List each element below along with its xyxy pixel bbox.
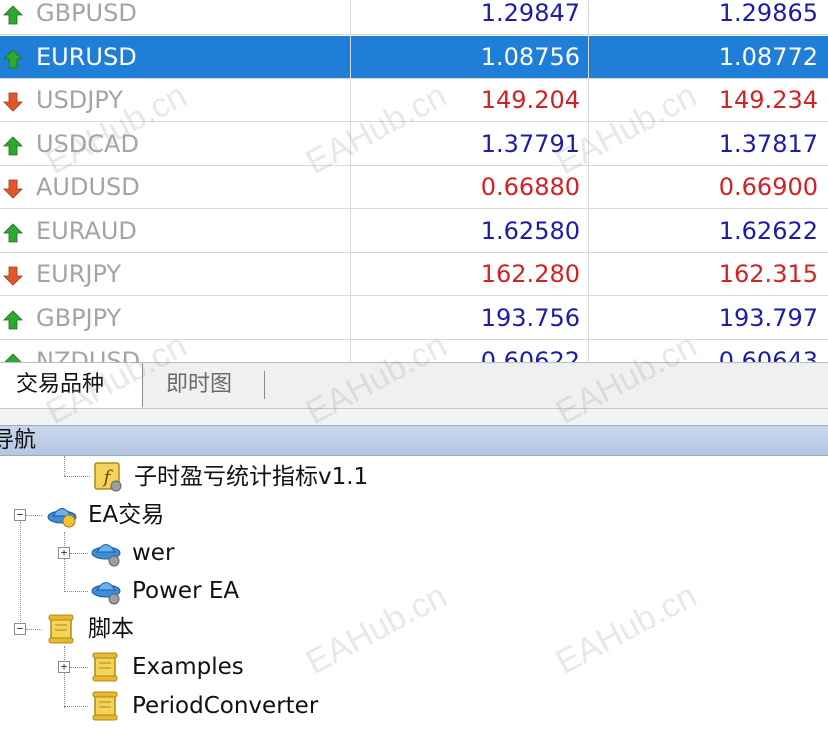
indicator-icon: f — [92, 461, 124, 493]
expand-toggle[interactable]: + — [58, 547, 70, 559]
tree-item-label: EA交易 — [88, 502, 165, 528]
bid-price: 193.756 — [480, 303, 580, 332]
tab-tick-chart[interactable]: 即时图 — [150, 363, 248, 408]
column-divider[interactable] — [588, 0, 589, 362]
tree-item-label: PeriodConverter — [132, 693, 319, 719]
script-icon — [90, 651, 122, 683]
arrow-up-icon — [3, 353, 23, 362]
tree-item-label: 脚本 — [88, 616, 134, 642]
symbol-name: EURUSD — [36, 42, 137, 71]
panel-divider — [0, 408, 828, 425]
symbol-name: AUDUSD — [36, 173, 140, 201]
tree-line — [70, 553, 88, 554]
collapse-toggle[interactable]: − — [14, 509, 26, 521]
bid-price: 0.66880 — [480, 173, 580, 201]
tree-line — [64, 476, 90, 477]
expand-toggle[interactable]: + — [58, 661, 70, 673]
tree-item-label: 子时盈亏统计指标v1.1 — [134, 464, 369, 490]
collapse-toggle[interactable]: − — [14, 623, 26, 635]
symbol-row-audusd[interactable]: AUDUSD 0.66880 0.66900 — [0, 166, 828, 209]
expert-advisor-icon — [90, 575, 122, 607]
expert-advisor-icon — [46, 499, 78, 531]
ask-price: 1.62622 — [718, 216, 818, 245]
symbol-row-euraud[interactable]: EURAUD 1.62580 1.62622 — [0, 210, 828, 253]
arrow-up-icon — [3, 5, 23, 25]
tree-line — [64, 591, 88, 592]
bid-price: 1.62580 — [480, 216, 580, 245]
market-watch-tabs: 交易品种 即时图 — [0, 362, 828, 408]
symbol-row-gbpjpy[interactable]: GBPJPY 193.756 193.797 — [0, 297, 828, 340]
arrow-down-icon — [3, 266, 23, 286]
tree-line — [64, 456, 65, 476]
symbol-name: USDJPY — [36, 86, 123, 114]
symbol-name: GBPUSD — [36, 0, 137, 27]
tree-line — [64, 532, 65, 592]
bid-price: 1.29847 — [480, 0, 580, 27]
script-icon — [90, 690, 122, 722]
navigator-title: 导航 — [0, 428, 37, 453]
script-icon — [46, 613, 78, 645]
arrow-up-icon — [3, 135, 23, 156]
ask-price: 0.66900 — [718, 173, 818, 201]
tree-line — [64, 646, 65, 708]
ask-price: 1.37817 — [718, 129, 818, 158]
bid-price: 1.08756 — [480, 42, 580, 71]
tree-item-label: Examples — [132, 654, 244, 680]
tree-line — [64, 706, 88, 707]
symbol-name: EURAUD — [36, 216, 137, 245]
navigator-header: 导航 — [0, 425, 828, 456]
arrow-down-icon — [3, 92, 23, 112]
arrow-up-icon — [3, 48, 23, 69]
navigator-tree: − + − + f 子时盈亏统计指标v1.1 EA交易 wer Power EA… — [0, 456, 828, 741]
symbol-name: GBPJPY — [36, 303, 122, 332]
symbol-name: USDCAD — [36, 129, 139, 158]
ask-price: 1.29865 — [718, 0, 818, 27]
bid-price: 1.37791 — [480, 129, 580, 158]
market-watch-table: GBPUSD 1.29847 1.29865 EURUSD 1.08756 1.08772… — [0, 0, 828, 362]
tree-item-label: Power EA — [132, 578, 240, 604]
ask-price: 193.797 — [718, 303, 818, 332]
symbol-row-nzdusd[interactable]: NZDUSD 0.60622 0.60643 — [0, 340, 828, 362]
tree-item-label: wer — [132, 540, 175, 566]
symbol-name: NZDUSD — [36, 347, 141, 362]
tree-line — [26, 629, 42, 630]
arrow-down-icon — [3, 179, 23, 199]
ask-price: 162.315 — [718, 260, 818, 288]
symbol-row-eurusd[interactable]: EURUSD 1.08756 1.08772 — [0, 35, 828, 79]
symbol-name: EURJPY — [36, 260, 122, 288]
column-divider[interactable] — [350, 0, 351, 362]
symbol-row-gbpusd[interactable]: GBPUSD 1.29847 1.29865 — [0, 0, 828, 35]
tree-line — [20, 522, 21, 630]
bid-price: 162.280 — [480, 260, 580, 288]
ask-price: 0.60643 — [718, 347, 818, 362]
expert-advisor-icon — [90, 537, 122, 569]
arrow-up-icon — [3, 222, 23, 243]
bid-price: 149.204 — [480, 86, 580, 114]
symbol-row-usdcad[interactable]: USDCAD 1.37791 1.37817 — [0, 123, 828, 166]
ask-price: 1.08772 — [718, 42, 818, 71]
tab-symbols[interactable]: 交易品种 — [0, 363, 143, 408]
tree-line — [70, 667, 88, 668]
symbol-row-usdjpy[interactable]: USDJPY 149.204 149.234 — [0, 79, 828, 122]
tree-line — [26, 515, 42, 516]
symbol-row-eurjpy[interactable]: EURJPY 162.280 162.315 — [0, 253, 828, 296]
arrow-up-icon — [3, 309, 23, 330]
tab-divider — [264, 371, 265, 399]
bid-price: 0.60622 — [480, 347, 580, 362]
ask-price: 149.234 — [718, 86, 818, 114]
